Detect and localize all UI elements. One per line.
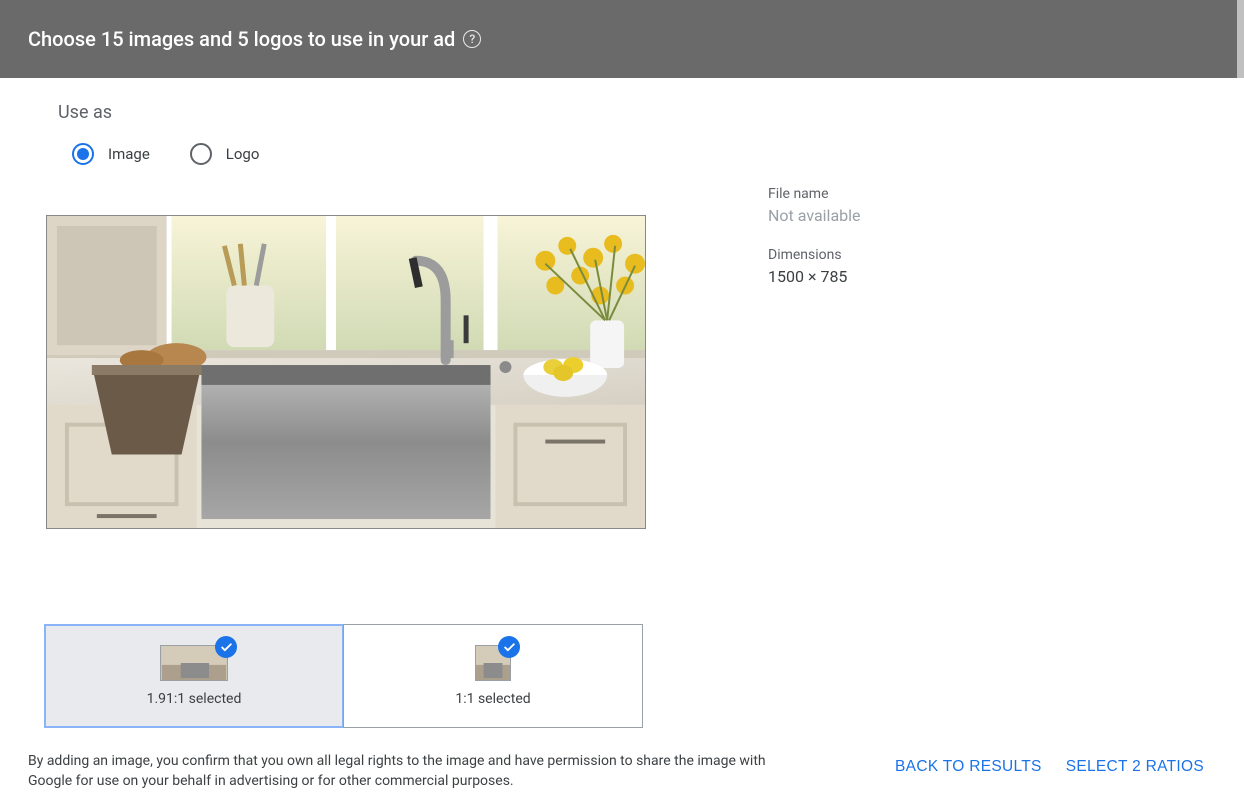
legal-disclaimer: By adding an image, you confirm that you… <box>28 752 788 791</box>
ratio-label: 1:1 selected <box>455 691 530 707</box>
ratio-card-11[interactable]: 1:1 selected <box>343 624 643 728</box>
ratio-thumb-11 <box>475 645 511 681</box>
dimensions-label: Dimensions <box>768 247 1216 263</box>
use-as-image-radio[interactable]: Image <box>72 143 150 165</box>
help-icon[interactable]: ? <box>463 30 481 48</box>
check-icon <box>215 636 237 658</box>
ratio-card-191[interactable]: 1.91:1 selected <box>44 624 344 728</box>
radio-label: Logo <box>226 145 260 163</box>
file-name-value: Not available <box>768 206 1216 225</box>
ratio-label: 1.91:1 selected <box>147 691 242 707</box>
select-ratios-button[interactable]: SELECT 2 RATIOS <box>1066 758 1204 776</box>
aspect-ratio-selector: 1.91:1 selected 1:1 selected <box>44 624 643 728</box>
back-to-results-button[interactable]: BACK TO RESULTS <box>895 758 1042 776</box>
check-icon <box>498 636 520 658</box>
scrollbar-stub <box>1237 0 1244 78</box>
use-as-label: Use as <box>58 102 708 123</box>
file-name-label: File name <box>768 186 1216 202</box>
use-as-radio-group: Image Logo <box>72 143 708 165</box>
dialog-title: Choose 15 images and 5 logos to use in y… <box>28 27 481 51</box>
ratio-thumb-191 <box>160 645 228 681</box>
image-preview[interactable] <box>46 215 646 529</box>
dialog-title-text: Choose 15 images and 5 logos to use in y… <box>28 27 455 51</box>
radio-label: Image <box>108 145 150 163</box>
radio-icon <box>190 143 212 165</box>
dimensions-value: 1500 × 785 <box>768 267 1216 286</box>
dialog-header: Choose 15 images and 5 logos to use in y… <box>0 0 1244 78</box>
image-metadata: File name Not available Dimensions 1500 … <box>768 102 1216 529</box>
radio-icon <box>72 143 94 165</box>
footer-actions: BACK TO RESULTS SELECT 2 RATIOS <box>895 758 1204 776</box>
use-as-logo-radio[interactable]: Logo <box>190 143 260 165</box>
